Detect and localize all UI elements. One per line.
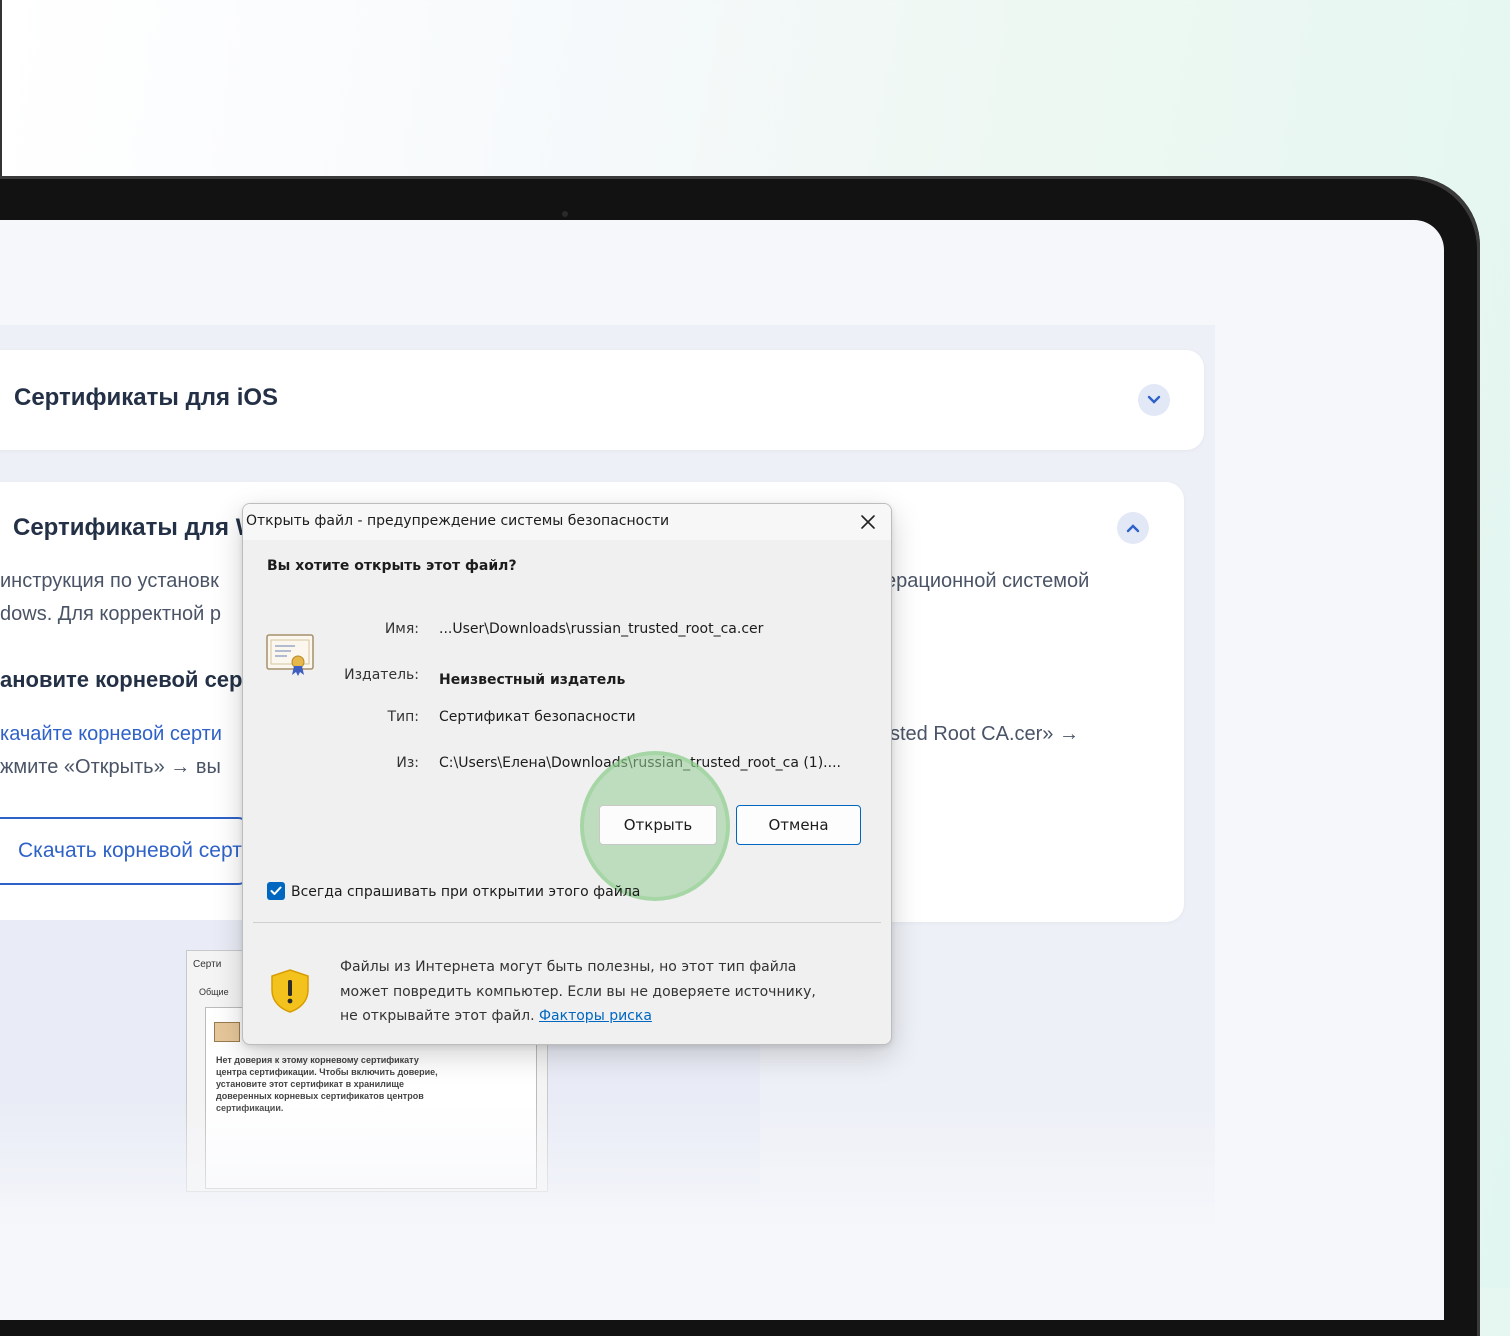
camera-dot [562, 211, 568, 217]
windows-card-title: Сертификаты для W [13, 514, 259, 541]
shield-warning-icon [269, 968, 311, 1018]
intro-text-line1-left: инструкция по установк [0, 570, 219, 592]
preview-tab-general: Общие [199, 987, 229, 997]
name-value: ...User\Downloads\russian_trusted_root_c… [439, 621, 764, 637]
warning-text-line3-text: не открывайте этот файл. [340, 1008, 539, 1024]
dialog-titlebar: Открыть файл - предупреждение системы бе… [243, 504, 891, 540]
ios-certificates-card[interactable]: Сертификаты для iOS [0, 350, 1204, 450]
step-text-line1-right: sted Root CA.cer» → [890, 723, 1079, 745]
security-warning-dialog: Открыть файл - предупреждение системы бе… [242, 503, 892, 1045]
step-link-line1-left[interactable]: качайте корневой серти [0, 723, 222, 746]
dialog-divider [253, 922, 881, 923]
warning-text-line2: может повредить компьютер. Если вы не до… [340, 984, 816, 1000]
checkmark-icon [270, 886, 282, 895]
ios-card-title: Сертификаты для iOS [14, 384, 279, 411]
from-label: Из: [396, 755, 419, 771]
preview-window-title: Серти [193, 959, 222, 970]
type-label: Тип: [387, 709, 419, 725]
step-text-line2-left: жмите «Открыть» → вы [0, 756, 221, 778]
chevron-up-icon[interactable] [1117, 512, 1149, 544]
type-value: Сертификат безопасности [439, 709, 636, 725]
chevron-down-icon[interactable] [1138, 384, 1170, 416]
open-button[interactable]: Открыть [599, 805, 717, 845]
bottom-fade [0, 1100, 1444, 1320]
name-label: Имя: [384, 621, 419, 637]
risk-factors-link[interactable]: Факторы риска [539, 1008, 652, 1024]
warning-text-line3: не открывайте этот файл. Факторы риска [340, 1008, 652, 1024]
always-ask-checkbox[interactable] [267, 882, 285, 900]
publisher-label: Издатель: [344, 667, 419, 683]
download-root-cert-button[interactable]: Скачать корневой серт [0, 817, 250, 885]
warning-text-line1: Файлы из Интернета могут быть полезны, н… [340, 959, 797, 975]
always-ask-label[interactable]: Всегда спрашивать при открытии этого фай… [291, 884, 640, 900]
certificate-icon [214, 1022, 240, 1042]
step-title: ановите корневой сер [0, 667, 243, 692]
download-button-label: Скачать корневой серт [18, 839, 242, 862]
cancel-button[interactable]: Отмена [736, 805, 861, 845]
intro-text-line1-right: ерационной системой [885, 570, 1090, 592]
dialog-title: Открыть файл - предупреждение системы бе… [246, 513, 670, 529]
dialog-question: Вы хотите открыть этот файл? [267, 558, 517, 574]
certificate-icon [265, 632, 317, 682]
close-icon[interactable] [853, 509, 883, 535]
publisher-value: Неизвестный издатель [439, 672, 626, 688]
intro-text-line2-left: dows. Для корректной р [0, 603, 222, 625]
